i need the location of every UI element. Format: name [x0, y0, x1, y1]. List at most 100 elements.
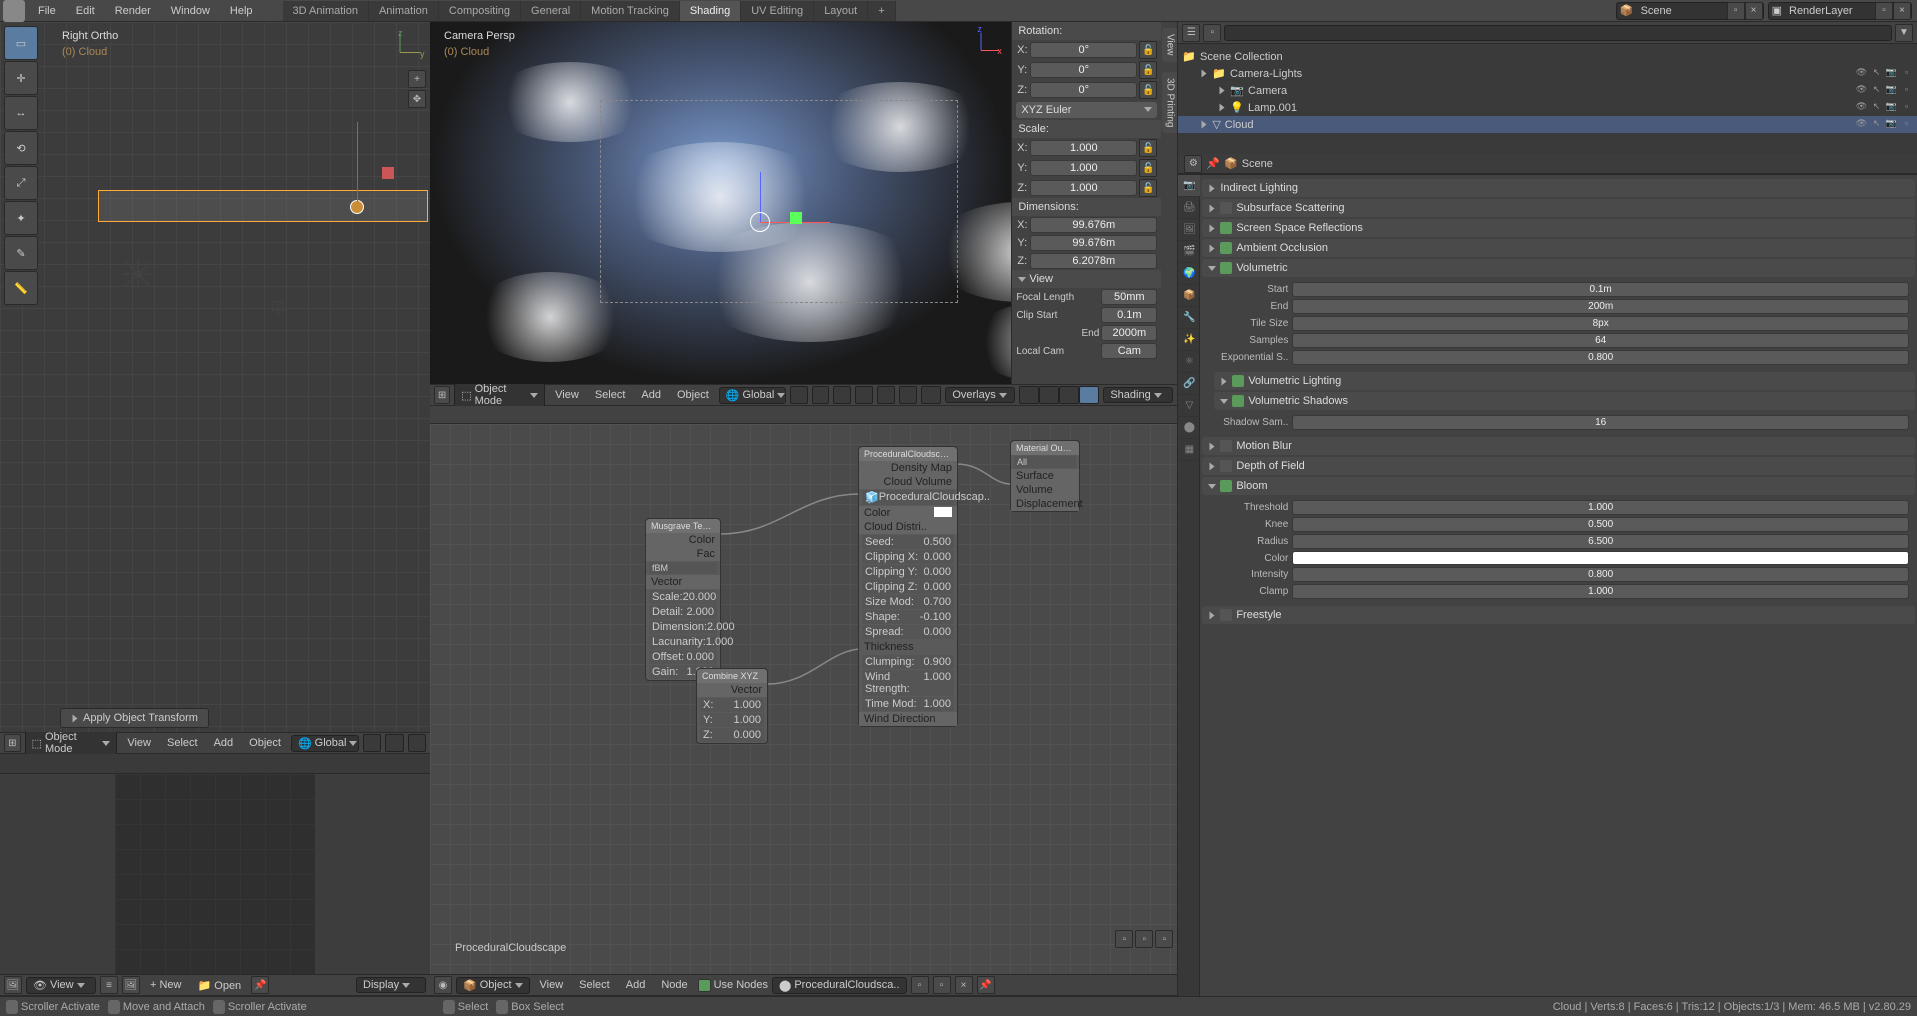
- eye-icon[interactable]: 👁: [1855, 118, 1868, 131]
- cursor-icon[interactable]: ↖: [1870, 84, 1883, 97]
- tool-cursor[interactable]: ✛: [4, 61, 38, 95]
- rot-order[interactable]: XYZ Euler: [1016, 102, 1157, 118]
- lock-icon[interactable]: 🔓: [1139, 41, 1157, 59]
- prop-editor-type[interactable]: ⚙: [1184, 155, 1202, 173]
- lock-icon[interactable]: 🔓: [1139, 159, 1157, 177]
- menu-view-cam[interactable]: View: [549, 387, 585, 403]
- prop-field[interactable]: 200m: [1292, 299, 1909, 314]
- panel-header-ambient-occlusion[interactable]: Ambient Occlusion: [1202, 239, 1915, 257]
- ws-tab-3danim[interactable]: 3D Animation: [283, 1, 369, 21]
- apply-transform-button[interactable]: Apply Object Transform: [60, 708, 209, 728]
- menu-object-cam[interactable]: Object: [671, 387, 715, 403]
- zoom-btn[interactable]: +: [408, 70, 426, 88]
- prop-field[interactable]: 1.000: [1292, 500, 1909, 515]
- node-param[interactable]: Lacunarity:1.000: [649, 635, 717, 649]
- scale-z[interactable]: 1.000: [1030, 180, 1137, 196]
- dim-x[interactable]: 99.676m: [1030, 217, 1157, 233]
- menu-view[interactable]: View: [121, 735, 157, 751]
- clip-start[interactable]: 0.1m: [1101, 307, 1157, 323]
- prop-field[interactable]: 64: [1292, 333, 1909, 348]
- color-swatch[interactable]: [934, 507, 952, 517]
- subpanel-header[interactable]: Volumetric Shadows: [1214, 392, 1915, 410]
- tool-annotate[interactable]: ✎: [4, 236, 38, 270]
- ws-tab-motion[interactable]: Motion Tracking: [581, 1, 680, 21]
- tool-move[interactable]: ↔: [4, 96, 38, 130]
- panel-header-screen-space-reflections[interactable]: Screen Space Reflections: [1202, 219, 1915, 237]
- image-display-selector[interactable]: Display: [356, 977, 426, 993]
- mode-selector-cam[interactable]: ⬚Object Mode: [454, 381, 545, 409]
- output-target[interactable]: All: [1014, 456, 1076, 468]
- scene-collection-row[interactable]: 📁 Scene Collection: [1178, 48, 1917, 65]
- gizmo-toggle[interactable]: [921, 386, 941, 404]
- axis-arrow-z[interactable]: [357, 122, 358, 202]
- rot-y[interactable]: 0°: [1030, 62, 1137, 78]
- proportional-toggle[interactable]: [385, 734, 403, 752]
- scale-header[interactable]: Scale:: [1012, 120, 1161, 138]
- tab-particle[interactable]: ✨: [1178, 329, 1200, 351]
- rot-z[interactable]: 0°: [1030, 82, 1137, 98]
- node-combine-xyz[interactable]: Combine XYZ Vector X:1.000Y:1.000Z:0.000: [696, 668, 768, 744]
- node-param[interactable]: Clipping X:0.000: [862, 550, 954, 564]
- menu-add-cam[interactable]: Add: [635, 387, 667, 403]
- node-musgrave[interactable]: Musgrave Texture Color Fac fBM Vector Sc…: [645, 518, 721, 681]
- pin-icon[interactable]: 📌: [1206, 157, 1220, 170]
- disable-icon[interactable]: ▫: [1900, 118, 1913, 131]
- outliner-item[interactable]: 📷Camera👁↖📷▫: [1178, 82, 1917, 99]
- checkbox-icon[interactable]: [1220, 262, 1232, 274]
- outliner-item[interactable]: ▽Cloud👁↖📷▫: [1178, 116, 1917, 133]
- node-param[interactable]: Time Mod:1.000: [862, 697, 954, 711]
- image-canvas[interactable]: [0, 774, 430, 974]
- orientation-selector[interactable]: 🌐Global: [291, 735, 359, 752]
- tab-world[interactable]: 🌍: [1178, 263, 1200, 285]
- material-selector[interactable]: ⬤ ProceduralCloudsca..: [772, 977, 906, 994]
- menu-help[interactable]: Help: [220, 2, 263, 20]
- node-btn1[interactable]: ▫: [1115, 930, 1133, 948]
- disable-icon[interactable]: ▫: [1900, 67, 1913, 80]
- ws-tab-comp[interactable]: Compositing: [439, 1, 521, 21]
- node-menu-select[interactable]: Select: [573, 977, 616, 993]
- ws-tab-layout[interactable]: Layout: [814, 1, 868, 21]
- mat-pin-btn[interactable]: 📌: [977, 976, 995, 994]
- node-param[interactable]: Size Mod:0.700: [862, 595, 954, 609]
- outliner-tree[interactable]: 📁 Scene Collection 📁Camera-Lights👁↖📷▫📷Ca…: [1178, 44, 1917, 154]
- scene-new-btn[interactable]: ▫: [1727, 2, 1745, 20]
- shade-lookdev[interactable]: [1059, 386, 1079, 404]
- outliner-mode[interactable]: ▫: [1203, 24, 1221, 42]
- menu-file[interactable]: File: [28, 2, 66, 20]
- checkbox-icon[interactable]: [1232, 375, 1244, 387]
- cursor-icon[interactable]: ↖: [1870, 101, 1883, 114]
- prop-field[interactable]: 0.800: [1292, 567, 1909, 582]
- menu-edit[interactable]: Edit: [66, 2, 105, 20]
- render-icon[interactable]: 📷: [1885, 118, 1898, 131]
- prop-field[interactable]: 16: [1292, 415, 1909, 430]
- misc-toggle[interactable]: [408, 734, 426, 752]
- checkbox-icon[interactable]: [1220, 480, 1232, 492]
- prop-field[interactable]: 1.000: [1292, 584, 1909, 599]
- t3[interactable]: [877, 386, 895, 404]
- clip-end[interactable]: 2000m: [1101, 325, 1157, 341]
- tab-material[interactable]: ⬤: [1178, 417, 1200, 439]
- prop-field[interactable]: 0.800: [1292, 350, 1909, 365]
- node-cloudscape[interactable]: ProceduralCloudscape_v0... Density Map C…: [858, 446, 958, 727]
- rot-x[interactable]: 0°: [1030, 42, 1137, 58]
- renderlayer-input[interactable]: [1785, 5, 1875, 17]
- checkbox-icon[interactable]: [1220, 242, 1232, 254]
- panel-header-freestyle[interactable]: Freestyle: [1202, 606, 1915, 624]
- t2[interactable]: [855, 386, 873, 404]
- mat-del-btn[interactable]: ×: [955, 976, 973, 994]
- eye-icon[interactable]: 👁: [1855, 67, 1868, 80]
- image-new[interactable]: + New: [144, 977, 188, 993]
- prop-field[interactable]: 8px: [1292, 316, 1909, 331]
- tab-physics[interactable]: ⚛: [1178, 351, 1200, 373]
- node-menu-view[interactable]: View: [534, 977, 570, 993]
- node-param[interactable]: Dimension:2.000: [649, 620, 717, 634]
- render-icon[interactable]: 📷: [1885, 84, 1898, 97]
- prop-field[interactable]: [1292, 551, 1909, 565]
- lock-icon[interactable]: 🔓: [1139, 139, 1157, 157]
- t4[interactable]: [899, 386, 917, 404]
- tool-select[interactable]: ▭: [4, 26, 38, 60]
- tab-object[interactable]: 📦: [1178, 285, 1200, 307]
- ws-tab-anim[interactable]: Animation: [369, 1, 439, 21]
- tab-constraint[interactable]: 🔗: [1178, 373, 1200, 395]
- checkbox-icon[interactable]: [1220, 222, 1232, 234]
